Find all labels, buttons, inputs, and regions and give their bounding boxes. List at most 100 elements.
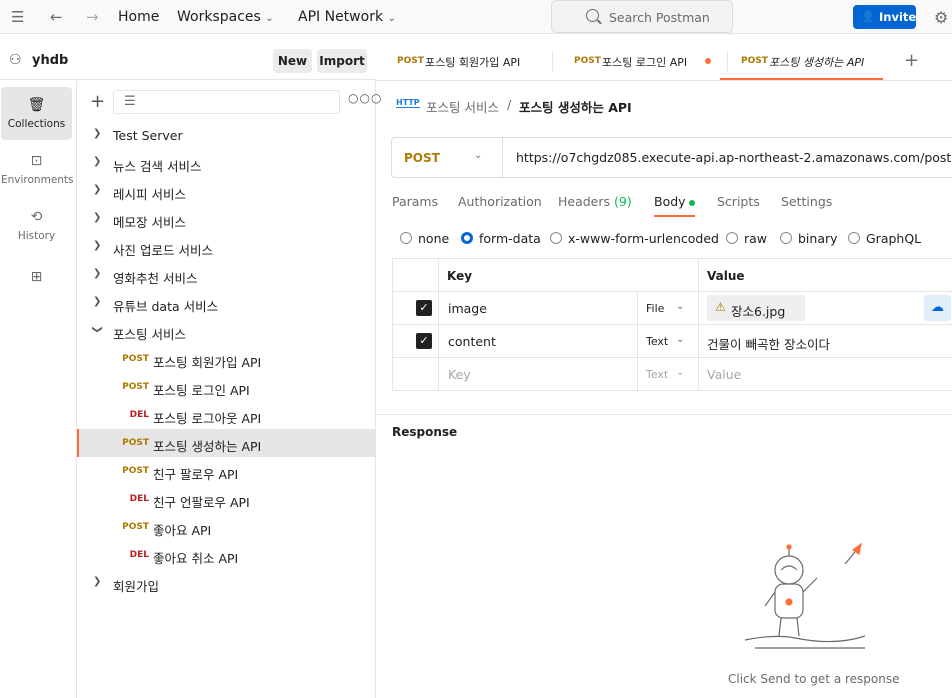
- chevron-down-icon[interactable]: ⌄: [676, 367, 684, 378]
- rail-collections[interactable]: 🗑 Collections: [1, 87, 72, 140]
- workspaces-menu[interactable]: Workspaces ⌄: [177, 9, 274, 25]
- chevron-right-icon: ❯: [93, 184, 102, 195]
- tab-settings[interactable]: Settings: [781, 194, 832, 209]
- method-badge: DEL: [129, 550, 149, 560]
- plus-icon[interactable]: +: [90, 91, 105, 112]
- tree-folder[interactable]: ❯ 메모장 서비스: [77, 205, 375, 233]
- tree-folder[interactable]: ❯ Test Server: [77, 121, 375, 149]
- body-indicator-dot: [688, 199, 695, 206]
- file-chip[interactable]: ⚠ 장소6.jpg: [707, 295, 805, 321]
- tree-request-selected[interactable]: POST 포스팅 생성하는 API: [77, 429, 375, 457]
- filter-input[interactable]: ☰: [113, 90, 340, 114]
- import-button[interactable]: Import: [317, 49, 367, 73]
- radio-circle: [550, 232, 562, 244]
- breadcrumb-current[interactable]: 포스팅 생성하는 API: [519, 97, 632, 116]
- chevron-down-icon[interactable]: ⌄: [676, 301, 684, 312]
- chevron-right-icon: ❯: [93, 296, 102, 307]
- value-cell[interactable]: 건물이 빼곡한 장소이다: [707, 334, 830, 353]
- tree-label: 뉴스 검색 서비스: [113, 159, 202, 174]
- tree-folder[interactable]: ❯ 뉴스 검색 서비스: [77, 149, 375, 177]
- tree-request[interactable]: POST 포스팅 회원가입 API: [77, 345, 375, 373]
- tree-folder[interactable]: ❯ 레시피 서비스: [77, 177, 375, 205]
- request-tab-active[interactable]: POST 포스팅 생성하는 API: [720, 42, 883, 80]
- rail-environments[interactable]: ⊡ Environments: [1, 143, 74, 196]
- rail-history[interactable]: ⟲ History: [1, 199, 72, 252]
- tree-label: 좋아요 취소 API: [153, 551, 239, 566]
- method-badge: DEL: [129, 410, 149, 420]
- radio-label: raw: [744, 231, 768, 246]
- tree-request[interactable]: POST 친구 팔로우 API: [77, 457, 375, 485]
- url-bar: POST ⌄ https://o7chgdz085.execute-api.ap…: [391, 137, 952, 178]
- workspace-name[interactable]: yhdb: [32, 53, 68, 68]
- tree-folder[interactable]: ❯ 회원가입: [77, 569, 375, 597]
- tab-params[interactable]: Params: [392, 194, 438, 209]
- tab-authorization[interactable]: Authorization: [458, 194, 542, 209]
- new-button[interactable]: New: [273, 49, 312, 73]
- forward-arrow-icon[interactable]: →: [86, 8, 99, 26]
- chevron-down-icon[interactable]: ⌄: [676, 334, 684, 345]
- cloud-upload-icon[interactable]: ☁: [924, 295, 951, 321]
- back-arrow-icon[interactable]: ←: [50, 8, 63, 26]
- filter-icon: ☰: [124, 94, 136, 109]
- method-badge: POST: [122, 438, 149, 448]
- key-cell[interactable]: content: [448, 334, 496, 349]
- chevron-down-icon: ⌄: [265, 13, 274, 24]
- tree-label: 메모장 서비스: [113, 215, 186, 230]
- url-input[interactable]: https://o7chgdz085.execute-api.ap-northe…: [516, 150, 952, 165]
- tree-label: 친구 언팔로우 API: [153, 495, 250, 510]
- tree-request[interactable]: DEL 친구 언팔로우 API: [77, 485, 375, 513]
- key-placeholder[interactable]: Key: [448, 367, 471, 382]
- api-network-menu[interactable]: API Network ⌄: [298, 9, 396, 25]
- type-select[interactable]: Text: [646, 368, 668, 381]
- method-badge: POST: [122, 382, 149, 392]
- tab-title: 포스팅 생성하는 API: [769, 56, 865, 69]
- url-divider: [502, 138, 503, 177]
- radio-label: none: [418, 231, 450, 246]
- chevron-right-icon: ❯: [93, 156, 102, 167]
- tree-label: 레시피 서비스: [113, 187, 186, 202]
- home-link[interactable]: Home: [118, 9, 159, 25]
- invite-button[interactable]: 👤 Invite: [853, 5, 916, 29]
- more-options-icon[interactable]: ○○○: [348, 91, 382, 105]
- rail-add-apps[interactable]: ⊞: [1, 263, 72, 303]
- tab-body[interactable]: Body: [654, 194, 695, 217]
- tree-request[interactable]: POST 포스팅 로그인 API: [77, 373, 375, 401]
- table-header-row: Key Value: [393, 259, 952, 292]
- tree-folder[interactable]: ❯ 사진 업로드 서비스: [77, 233, 375, 261]
- menu-icon[interactable]: ☰: [11, 8, 24, 26]
- api-network-label: API Network: [298, 9, 384, 25]
- breadcrumb-parent[interactable]: 포스팅 서비스: [426, 97, 499, 116]
- type-select[interactable]: File: [646, 302, 664, 315]
- search-box[interactable]: Search Postman: [551, 0, 733, 33]
- tree-folder[interactable]: ❯ 포스팅 서비스: [77, 317, 375, 345]
- tab-headers[interactable]: Headers (9): [558, 194, 632, 209]
- row-checkbox[interactable]: ✓: [416, 333, 432, 349]
- key-cell[interactable]: image: [448, 301, 487, 316]
- row-checkbox[interactable]: ✓: [416, 300, 432, 316]
- value-placeholder[interactable]: Value: [707, 367, 741, 382]
- tab-title: 포스팅 회원가입 API: [425, 56, 521, 69]
- tree-folder[interactable]: ❯ 영화추천 서비스: [77, 261, 375, 289]
- tab-scripts[interactable]: Scripts: [717, 194, 760, 209]
- method-badge: DEL: [129, 494, 149, 504]
- new-tab-icon[interactable]: +: [904, 50, 919, 71]
- tree-request[interactable]: POST 좋아요 API: [77, 513, 375, 541]
- rail-label: Collections: [7, 118, 66, 130]
- gear-icon[interactable]: ⚙: [934, 8, 948, 27]
- tree-folder[interactable]: ❯ 유튜브 data 서비스: [77, 289, 375, 317]
- method-select[interactable]: POST: [404, 151, 440, 165]
- table-row-placeholder: Key Text ⌄ Value: [393, 358, 952, 391]
- tab-title: 포스팅 로그인 API: [602, 56, 688, 69]
- type-select[interactable]: Text: [646, 335, 668, 348]
- chevron-right-icon: ❯: [93, 240, 102, 251]
- tree-request[interactable]: DEL 포스팅 로그아웃 API: [77, 401, 375, 429]
- method-badge: POST: [122, 466, 149, 476]
- chevron-down-icon[interactable]: ⌄: [474, 150, 482, 161]
- tree-request[interactable]: DEL 좋아요 취소 API: [77, 541, 375, 569]
- chevron-right-icon: ❯: [93, 268, 102, 279]
- request-tab[interactable]: POST 포스팅 회원가입 API: [376, 42, 546, 80]
- request-tab[interactable]: POST 포스팅 로그인 API: [553, 42, 721, 80]
- top-bar: ☰ ← → Home Workspaces ⌄ API Network ⌄ Se…: [0, 0, 952, 34]
- tree-label: 유튜브 data 서비스: [113, 299, 219, 314]
- http-icon: HTTP: [396, 98, 420, 108]
